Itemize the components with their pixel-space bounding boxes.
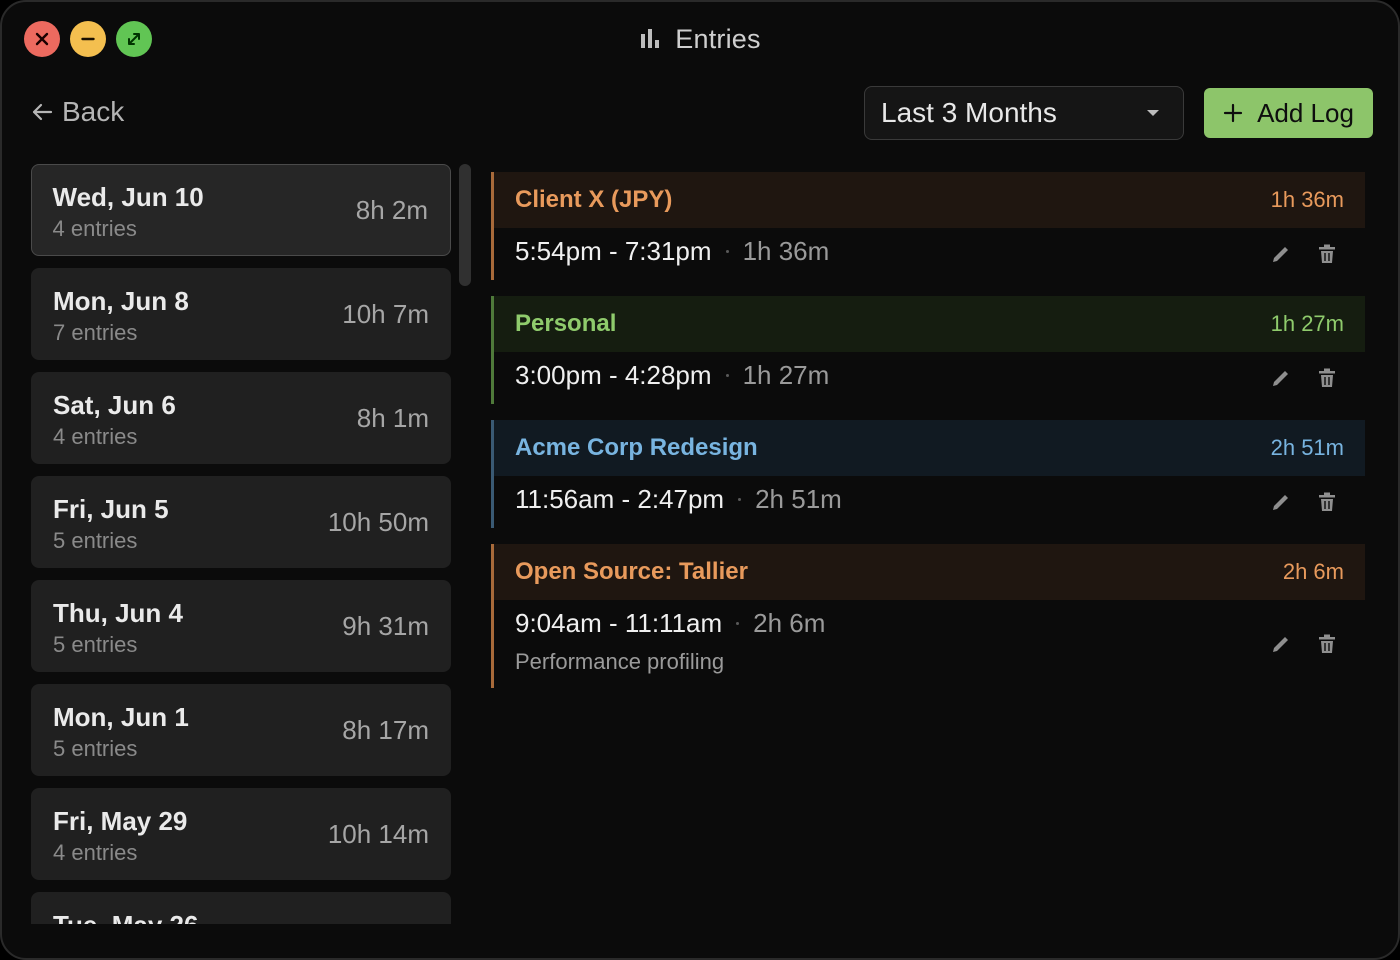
day-item[interactable]: Mon, Jun 8 7 entries 10h 7m — [31, 268, 451, 360]
entry-duration: 2h 6m — [753, 608, 826, 638]
entry-project: Personal — [515, 310, 617, 337]
day-total-duration: 8h 17m — [342, 714, 429, 745]
day-item[interactable]: Fri, May 29 4 entries 10h 14m — [31, 788, 451, 880]
entry-actions — [1271, 352, 1337, 404]
delete-entry-button[interactable] — [1317, 368, 1337, 388]
entry-project-duration: 1h 36m — [1270, 187, 1344, 212]
separator-dot — [725, 250, 729, 253]
add-log-button[interactable]: Add Log — [1204, 88, 1373, 138]
entry-actions — [1271, 600, 1337, 688]
day-item[interactable]: Wed, Jun 10 4 entries 8h 2m — [31, 164, 451, 256]
arrow-left-icon — [32, 103, 53, 121]
title-bar: Entries — [2, 20, 1398, 58]
add-log-label: Add Log — [1257, 97, 1354, 128]
entry-time-range: 3:00pm - 4:28pm — [515, 360, 712, 390]
entry-duration: 1h 27m — [742, 360, 830, 390]
day-item[interactable]: Sat, Jun 6 4 entries 8h 1m — [31, 372, 451, 464]
time-entry: Open Source: Tallier 2h 6m 9:04am - 11:1… — [491, 544, 1365, 688]
entry-header: Acme Corp Redesign 2h 51m — [494, 420, 1365, 476]
trash-icon — [1319, 368, 1335, 387]
separator-dot — [725, 374, 729, 377]
delete-entry-button[interactable] — [1317, 634, 1337, 654]
entry-duration: 2h 51m — [755, 484, 842, 514]
edit-entry-button[interactable] — [1271, 634, 1291, 654]
entry-time-row: 5:54pm - 7:31pm 1h 36m — [515, 236, 1344, 267]
entry-duration: 1h 36m — [742, 236, 830, 266]
entry-project-duration: 1h 27m — [1270, 311, 1344, 336]
pencil-icon — [1273, 247, 1288, 262]
app-window: Entries Back Last 3 Months Add Log Wed, … — [0, 0, 1400, 960]
day-total-duration: 10h 7m — [342, 298, 429, 329]
trash-icon — [1319, 492, 1335, 511]
pencil-icon — [1273, 371, 1288, 386]
edit-entry-button[interactable] — [1271, 368, 1291, 388]
plus-icon — [1223, 103, 1243, 123]
edit-entry-button[interactable] — [1271, 244, 1291, 264]
entry-time-range: 5:54pm - 7:31pm — [515, 236, 712, 266]
entry-actions — [1271, 476, 1337, 528]
entry-actions — [1271, 228, 1337, 280]
entry-time-range: 9:04am - 11:11am — [515, 608, 723, 638]
back-button[interactable]: Back — [30, 96, 124, 128]
edit-entry-button[interactable] — [1271, 492, 1291, 512]
entry-project: Acme Corp Redesign — [515, 434, 758, 461]
entry-body: 9:04am - 11:11am 2h 6m Performance profi… — [494, 600, 1365, 688]
time-entry: Acme Corp Redesign 2h 51m 11:56am - 2:47… — [491, 420, 1365, 528]
day-item[interactable]: Mon, Jun 1 5 entries 8h 17m — [31, 684, 451, 776]
date-range-value: Last 3 Months — [881, 97, 1057, 128]
chevron-down-icon — [1147, 110, 1159, 116]
time-entry: Personal 1h 27m 3:00pm - 4:28pm 1h 27m — [491, 296, 1365, 404]
day-item[interactable]: Thu, Jun 4 5 entries 9h 31m — [31, 580, 451, 672]
delete-entry-button[interactable] — [1317, 492, 1337, 512]
entry-header: Open Source: Tallier 2h 6m — [494, 544, 1365, 600]
entry-list: Client X (JPY) 1h 36m 5:54pm - 7:31pm 1h… — [491, 172, 1365, 704]
day-total-duration: 10h 14m — [327, 818, 429, 849]
separator-dot — [736, 622, 740, 625]
day-total-duration: 8h 2m — [355, 194, 428, 225]
day-list: Wed, Jun 10 4 entries 8h 2m Mon, Jun 8 7… — [31, 164, 451, 924]
entry-project-duration: 2h 51m — [1270, 435, 1344, 460]
day-item[interactable]: Tue, May 26 — [31, 892, 451, 924]
window-title: Entries — [675, 23, 761, 54]
bar-chart-icon — [641, 29, 660, 48]
day-list-scrollbar[interactable] — [459, 164, 471, 286]
date-range-select[interactable]: Last 3 Months — [864, 86, 1184, 140]
back-label: Back — [62, 96, 125, 127]
pencil-icon — [1273, 495, 1288, 510]
pencil-icon — [1273, 637, 1288, 652]
day-total-duration: 8h 1m — [356, 402, 429, 433]
day-date: Tue, May 26 — [53, 910, 429, 924]
separator-dot — [738, 498, 742, 501]
entry-project: Client X (JPY) — [515, 186, 673, 213]
entry-body: 5:54pm - 7:31pm 1h 36m — [494, 228, 1365, 280]
entry-body: 11:56am - 2:47pm 2h 51m — [494, 476, 1365, 528]
delete-entry-button[interactable] — [1317, 244, 1337, 264]
day-total-duration: 10h 50m — [327, 506, 429, 537]
entry-note: Performance profiling — [515, 649, 725, 674]
entry-time-row: 11:56am - 2:47pm 2h 51m — [515, 484, 1344, 515]
entry-project: Open Source: Tallier — [515, 558, 748, 585]
day-item[interactable]: Fri, Jun 5 5 entries 10h 50m — [31, 476, 451, 568]
entry-body: 3:00pm - 4:28pm 1h 27m — [494, 352, 1365, 404]
trash-icon — [1319, 634, 1335, 653]
entry-time-range: 11:56am - 2:47pm — [515, 484, 725, 514]
entry-time-row: 9:04am - 11:11am 2h 6m — [515, 608, 1344, 639]
entry-header: Client X (JPY) 1h 36m — [494, 172, 1365, 228]
entry-time-row: 3:00pm - 4:28pm 1h 27m — [515, 360, 1344, 391]
trash-icon — [1319, 244, 1335, 263]
entry-header: Personal 1h 27m — [494, 296, 1365, 352]
time-entry: Client X (JPY) 1h 36m 5:54pm - 7:31pm 1h… — [491, 172, 1365, 280]
entry-project-duration: 2h 6m — [1282, 559, 1344, 584]
day-total-duration: 9h 31m — [342, 610, 429, 641]
